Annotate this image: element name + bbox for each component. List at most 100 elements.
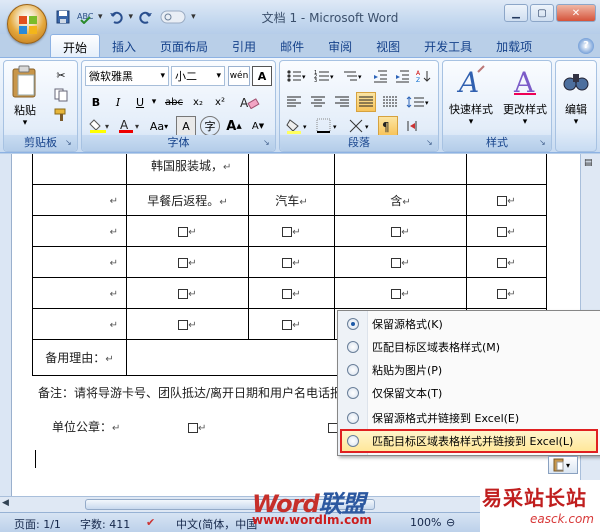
tab-references[interactable]: 引用 — [220, 34, 268, 58]
tab-mailings[interactable]: 邮件 — [268, 34, 316, 58]
tab-developer[interactable]: 开发工具 — [412, 34, 484, 58]
paste-option-match-table[interactable]: 匹配目标区域表格样式(M) — [338, 336, 600, 358]
svg-text:¶: ¶ — [382, 120, 390, 133]
asian-typography-icon[interactable] — [402, 116, 422, 136]
svg-text:▾: ▾ — [333, 123, 337, 131]
superscript-button[interactable]: x² — [210, 92, 230, 112]
paragraph-launcher-icon[interactable]: ↘ — [426, 138, 436, 148]
checkbox-icon — [188, 422, 198, 433]
paste-button[interactable]: 粘贴 ▾ — [6, 65, 44, 128]
multilevel-list-icon[interactable]: ▾ — [340, 66, 366, 86]
copy-icon[interactable] — [50, 85, 72, 105]
distributed-icon[interactable] — [380, 92, 400, 112]
show-marks-icon[interactable]: ¶ — [378, 116, 398, 136]
editing-button[interactable]: 编辑 ▾ — [557, 64, 595, 127]
word-count[interactable]: 字数: 411 — [80, 516, 130, 532]
scroll-left-icon[interactable]: ◀ — [2, 498, 9, 508]
paste-option-keep-source-link[interactable]: 保留源格式并链接到 Excel(E) — [338, 407, 600, 429]
styles-launcher-icon[interactable]: ↘ — [539, 138, 549, 148]
cut-icon[interactable]: ✂ — [50, 65, 72, 85]
bold-button[interactable]: B — [86, 92, 106, 112]
subscript-button[interactable]: x₂ — [188, 92, 208, 112]
paste-option-match-table-link[interactable]: 匹配目标区域表格样式并链接到 Excel(L) — [340, 429, 598, 453]
checkbox-icon — [178, 257, 189, 268]
checkbox-icon — [497, 226, 508, 237]
increase-indent-icon[interactable] — [392, 66, 412, 86]
phonetic-guide-button[interactable]: wén — [228, 66, 250, 86]
help-icon[interactable]: ? — [578, 38, 594, 54]
tab-review[interactable]: 审阅 — [316, 34, 364, 58]
font-launcher-icon[interactable]: ↘ — [263, 138, 273, 148]
clipboard-launcher-icon[interactable]: ↘ — [65, 138, 75, 148]
table-cell[interactable]: 早餐后返程。↵ — [126, 184, 249, 216]
quick-styles-dropdown-icon[interactable]: ▾ — [445, 117, 497, 127]
checkbox-icon — [391, 226, 402, 237]
font-name-dropdown-icon[interactable]: ▾ — [160, 71, 165, 81]
paste-options-button[interactable]: ▾ — [548, 456, 578, 474]
format-painter-icon[interactable] — [50, 105, 72, 125]
font-size-dropdown-icon[interactable]: ▾ — [216, 71, 221, 81]
character-border-button[interactable]: A — [252, 66, 272, 86]
character-shading-button[interactable]: A — [176, 116, 196, 136]
paste-option-text-only[interactable]: 仅保留文本(T) — [338, 382, 600, 404]
tab-page-layout[interactable]: 页面布局 — [148, 34, 220, 58]
tab-addins[interactable]: 加载项 — [484, 34, 544, 58]
numbering-icon[interactable]: 1 2 3 ▾ — [312, 66, 338, 86]
grow-font-icon[interactable]: A ▲ — [224, 116, 244, 136]
ruler-toggle-icon[interactable]: ▤ — [584, 158, 597, 170]
align-left-icon[interactable] — [284, 92, 304, 112]
font-color-button[interactable]: A ▾ — [116, 116, 144, 136]
bullets-icon[interactable]: ▾ — [284, 66, 310, 86]
proofing-icon[interactable]: ✔ — [146, 516, 155, 529]
table-cell[interactable]: 汽车↵ — [248, 184, 335, 216]
zoom-out-icon[interactable]: ⊖ — [446, 516, 455, 529]
radio-icon — [347, 412, 359, 424]
paste-option-picture[interactable]: 粘贴为图片(P) — [338, 359, 600, 381]
align-right-icon[interactable] — [332, 92, 352, 112]
shading-icon[interactable]: ▾ — [284, 116, 312, 136]
sort-icon[interactable]: AZ — [414, 66, 434, 86]
editing-label: 编辑 — [565, 103, 587, 116]
underline-dropdown-icon[interactable]: ▾ — [150, 92, 158, 112]
paste-dropdown-icon[interactable]: ▾ — [6, 118, 44, 128]
shrink-font-icon[interactable]: A ▼ — [248, 116, 268, 136]
tab-view[interactable]: 视图 — [364, 34, 412, 58]
window-controls: ▁ ▢ ✕ — [504, 4, 596, 22]
maximize-icon[interactable]: ▢ — [530, 4, 554, 22]
borders-icon[interactable]: ▾ — [314, 116, 342, 136]
italic-button[interactable]: I — [108, 92, 128, 112]
font-size-value: 小二 — [175, 70, 197, 83]
underline-button[interactable]: U — [130, 92, 150, 112]
paste-option-keep-source[interactable]: 保留源格式(K) — [338, 313, 600, 335]
decrease-indent-icon[interactable] — [370, 66, 390, 86]
align-center-icon[interactable] — [308, 92, 328, 112]
zoom-level[interactable]: 100% — [410, 516, 441, 529]
change-styles-button[interactable]: A 更改样式 ▾ — [499, 64, 551, 127]
change-case-button[interactable]: Aa ▾ — [146, 116, 172, 136]
highlight-button[interactable]: ▾ — [86, 116, 114, 136]
line-spacing-icon[interactable]: ▾ — [404, 92, 434, 112]
enclose-characters-button[interactable]: 字 — [200, 116, 220, 136]
table-cell[interactable]: 含↵ — [334, 184, 467, 216]
chinese-layout-icon[interactable]: ▾ — [346, 116, 374, 136]
tab-insert[interactable]: 插入 — [100, 34, 148, 58]
font-size-select[interactable]: 小二 ▾ — [171, 66, 225, 86]
change-styles-dropdown-icon[interactable]: ▾ — [499, 117, 551, 127]
table-cell-text: 早餐后返程。 — [147, 193, 220, 208]
close-icon[interactable]: ✕ — [556, 4, 596, 22]
font-name-select[interactable]: 微软雅黑 ▾ — [85, 66, 169, 86]
table-cell[interactable]: 韩国服装城，↵ — [126, 154, 249, 185]
page-count[interactable]: 页面: 1/1 — [14, 516, 61, 532]
clear-formatting-button[interactable]: A — [232, 92, 268, 112]
language-status[interactable]: 中文(简体，中国 — [176, 516, 257, 532]
minimize-icon[interactable]: ▁ — [504, 4, 528, 22]
strikethrough-button[interactable]: abc — [162, 92, 186, 112]
editing-dropdown-icon[interactable]: ▾ — [557, 117, 595, 127]
justify-icon[interactable] — [356, 92, 376, 112]
office-button[interactable] — [7, 4, 47, 44]
ribbon: 粘贴 ▾ ✂ 剪贴板 ↘ 微软雅黑 ▾ 小二 ▾ wén A B I U ▾ a… — [0, 57, 600, 153]
character-border-label: A — [257, 69, 267, 83]
quick-styles-button[interactable]: A 快速样式 ▾ — [445, 64, 497, 127]
tab-home[interactable]: 开始 — [50, 34, 101, 58]
table-cell[interactable]: 备用理由：↵ — [32, 339, 127, 376]
